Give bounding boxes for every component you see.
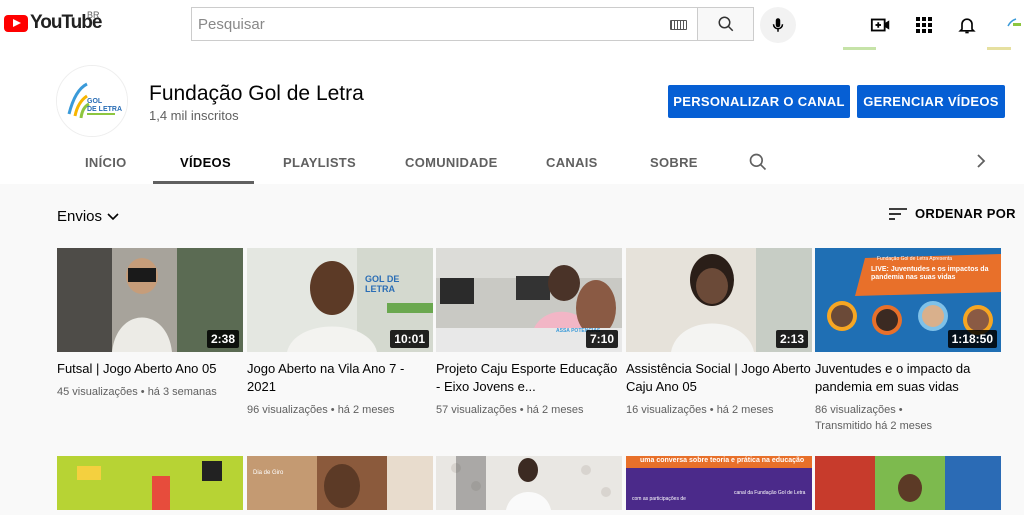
microphone-icon	[772, 18, 784, 32]
video-meta: 57 visualizações • há 2 meses	[436, 404, 584, 416]
tab-channels[interactable]: CANAIS	[546, 155, 598, 170]
uploads-filter-dropdown[interactable]: Envios	[57, 208, 120, 225]
tab-videos[interactable]: VÍDEOS	[180, 155, 231, 170]
account-avatar[interactable]	[1004, 14, 1024, 34]
view-count: 45 visualizações	[57, 386, 138, 398]
video-thumbnail[interactable]: Fundação Gol de Letra Apresenta LIVE: Ju…	[815, 248, 1001, 352]
thumbnail-header: uma conversa sobre teoria e prática na e…	[640, 457, 805, 464]
upload-age: Transmitido há 2 meses	[815, 420, 932, 432]
voice-search-button[interactable]	[760, 7, 796, 43]
upload-age: há 2 meses	[337, 404, 395, 416]
channel-header: GOL DE LETRA Fundação Gol de Letra 1,4 m…	[0, 50, 1024, 184]
video-title[interactable]: Assistência Social | Jogo Aberto Caju An…	[626, 360, 812, 396]
video-title[interactable]: Projeto Caju Esporte Educação - Eixo Jov…	[436, 360, 622, 396]
channel-tabs: INÍCIO VÍDEOS PLAYLISTS COMUNIDADE CANAI…	[0, 144, 1024, 184]
subscriber-count: 1,4 mil inscritos	[149, 108, 239, 123]
video-card[interactable]: 2:38 Futsal | Jogo Aberto Ano 05 45 visu…	[57, 248, 243, 400]
video-title[interactable]: Futsal | Jogo Aberto Ano 05	[57, 360, 243, 378]
video-duration: 2:38	[206, 330, 239, 348]
chevron-right-icon	[977, 154, 986, 168]
thumbnail-image	[815, 456, 1001, 510]
tab-playlists[interactable]: PLAYLISTS	[283, 155, 356, 170]
apps-grid-icon	[916, 17, 932, 33]
thumbnail-image	[436, 456, 622, 510]
video-duration: 2:13	[775, 330, 808, 348]
search-box[interactable]	[191, 7, 698, 41]
gol-de-letra-logo: GOL DE LETRA	[57, 66, 127, 136]
video-thumbnail[interactable]: 2:13	[626, 248, 812, 352]
sort-label: ORDENAR POR	[915, 206, 1016, 221]
video-duration: 7:10	[585, 330, 618, 348]
video-meta: 96 visualizações • há 2 meses	[247, 404, 395, 416]
video-thumbnail[interactable]: ASSA POTENCIAS 7:10	[436, 248, 622, 352]
video-meta: 45 visualizações • há 3 semanas	[57, 386, 217, 398]
thumbnail-image	[57, 456, 243, 510]
thumbnail-header: Fundação Gol de Letra Apresenta	[877, 256, 953, 262]
chevron-down-icon	[107, 212, 119, 220]
top-bar: YouTube BR	[0, 0, 1024, 50]
thumbnail-sub: com as participações de	[632, 496, 686, 502]
channel-avatar[interactable]: GOL DE LETRA	[56, 65, 128, 137]
video-card[interactable]: ASSA POTENCIAS 7:10 Projeto Caju Esporte…	[436, 248, 622, 418]
view-count: 96 visualizações	[247, 404, 328, 416]
tab-community[interactable]: COMUNIDADE	[405, 155, 498, 170]
video-meta: 86 visualizações • Transmitido há 2 meses	[815, 404, 932, 432]
customize-channel-button[interactable]: PERSONALIZAR O CANAL	[668, 85, 850, 118]
gol-de-letra-logo-icon	[1004, 14, 1024, 34]
svg-text:GOL: GOL	[87, 98, 103, 105]
upload-age: há 2 meses	[716, 404, 774, 416]
thumbnail-image	[247, 456, 433, 510]
video-card[interactable]: GOL DE LETRA 10:01 Jogo Aberto na Vila A…	[247, 248, 433, 418]
video-duration: 10:01	[390, 330, 429, 348]
notifications-button[interactable]	[955, 13, 979, 37]
video-camera-add-icon	[870, 18, 890, 32]
keyboard-icon[interactable]	[670, 20, 687, 30]
video-title[interactable]: Jogo Aberto na Vila Ano 7 - 2021	[247, 360, 433, 396]
sort-bar: Envios ORDENAR POR	[0, 184, 1024, 244]
youtube-play-icon	[4, 14, 28, 32]
sort-icon	[889, 207, 907, 220]
video-thumbnail[interactable]: Dia de Giro	[247, 456, 433, 515]
thumbnail-title: LIVE: Juventudes e os impactos da pandem…	[871, 266, 989, 281]
sort-by-button[interactable]: ORDENAR POR	[889, 206, 1016, 221]
video-title[interactable]: Juventudes e o impacto da pandemia em su…	[815, 360, 1001, 396]
view-count: 86 visualizações	[815, 404, 896, 416]
thumbnail-label: Dia de Giro	[253, 470, 284, 476]
bell-icon	[958, 18, 976, 34]
search-icon	[749, 153, 767, 171]
view-count: 57 visualizações	[436, 404, 517, 416]
upload-age: há 3 semanas	[147, 386, 217, 398]
tabs-scroll-right-button[interactable]	[973, 153, 989, 174]
video-card[interactable]: 2:13 Assistência Social | Jogo Aberto Ca…	[626, 248, 812, 418]
channel-name: Fundação Gol de Letra	[149, 82, 364, 105]
region-code: BR	[87, 10, 100, 20]
thumbnail-logo-text: GOL DE LETRA	[365, 274, 400, 294]
thumbnail-right: canal da Fundação Gol de Letra	[734, 490, 806, 496]
video-thumbnail[interactable]: 2:38	[57, 248, 243, 352]
video-card[interactable]: Fundação Gol de Letra Apresenta LIVE: Ju…	[815, 248, 1001, 434]
search-input[interactable]	[192, 8, 652, 40]
filter-label: Envios	[57, 208, 103, 225]
tab-about[interactable]: SOBRE	[650, 155, 698, 170]
view-count: 16 visualizações	[626, 404, 707, 416]
video-thumbnail[interactable]: uma conversa sobre teoria e prática na e…	[626, 456, 812, 515]
channel-search-button[interactable]	[748, 152, 768, 177]
video-meta: 16 visualizações • há 2 meses	[626, 404, 774, 416]
upload-age: há 2 meses	[526, 404, 584, 416]
manage-videos-button[interactable]: GERENCIAR VÍDEOS	[857, 85, 1005, 118]
video-thumbnail[interactable]: GOL DE LETRA 10:01	[247, 248, 433, 352]
video-thumbnail[interactable]	[57, 456, 243, 515]
video-thumbnail[interactable]	[436, 456, 622, 515]
video-thumbnail[interactable]	[815, 456, 1001, 515]
create-video-button[interactable]	[869, 13, 893, 37]
apps-button[interactable]	[912, 13, 936, 37]
tab-home[interactable]: INÍCIO	[85, 155, 127, 170]
video-duration: 1:18:50	[947, 330, 997, 348]
svg-text:DE LETRA: DE LETRA	[87, 106, 122, 113]
search-button[interactable]	[697, 7, 754, 41]
search-icon	[718, 16, 733, 32]
